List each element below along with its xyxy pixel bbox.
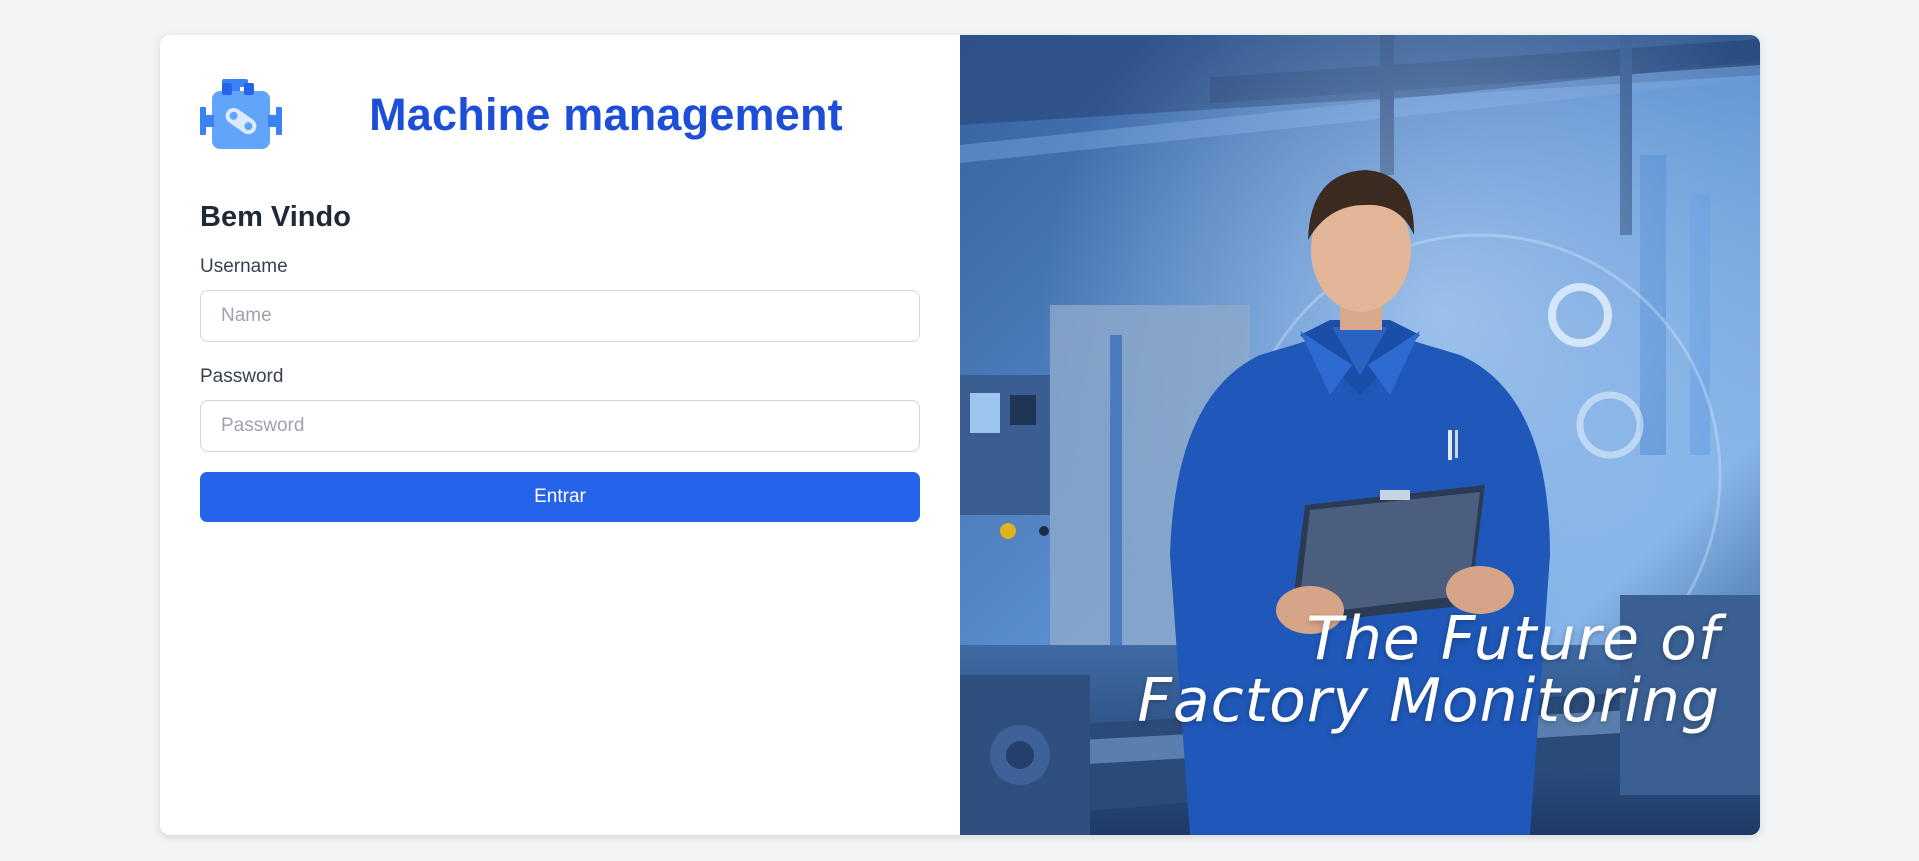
username-input[interactable] [200,290,920,342]
hero-tagline-line-2: Factory Monitoring [1137,666,1720,736]
login-panel: Machine management Bem Vindo Username Pa… [160,35,960,835]
app-title: Machine management [369,89,843,140]
hero-tagline-line-1: The Future of [1306,604,1720,674]
login-button[interactable]: Entrar [200,472,920,522]
hero-image-panel: The Future of Factory Monitoring [960,35,1760,835]
password-label: Password [200,366,284,387]
login-card: Machine management Bem Vindo Username Pa… [160,35,1760,835]
hero-tagline: The Future of Factory Monitoring [1137,608,1720,732]
brand-header: Machine management [200,75,920,155]
engine-icon [200,79,282,149]
username-label: Username [200,256,288,277]
password-input[interactable] [200,400,920,452]
welcome-heading: Bem Vindo [200,201,351,233]
